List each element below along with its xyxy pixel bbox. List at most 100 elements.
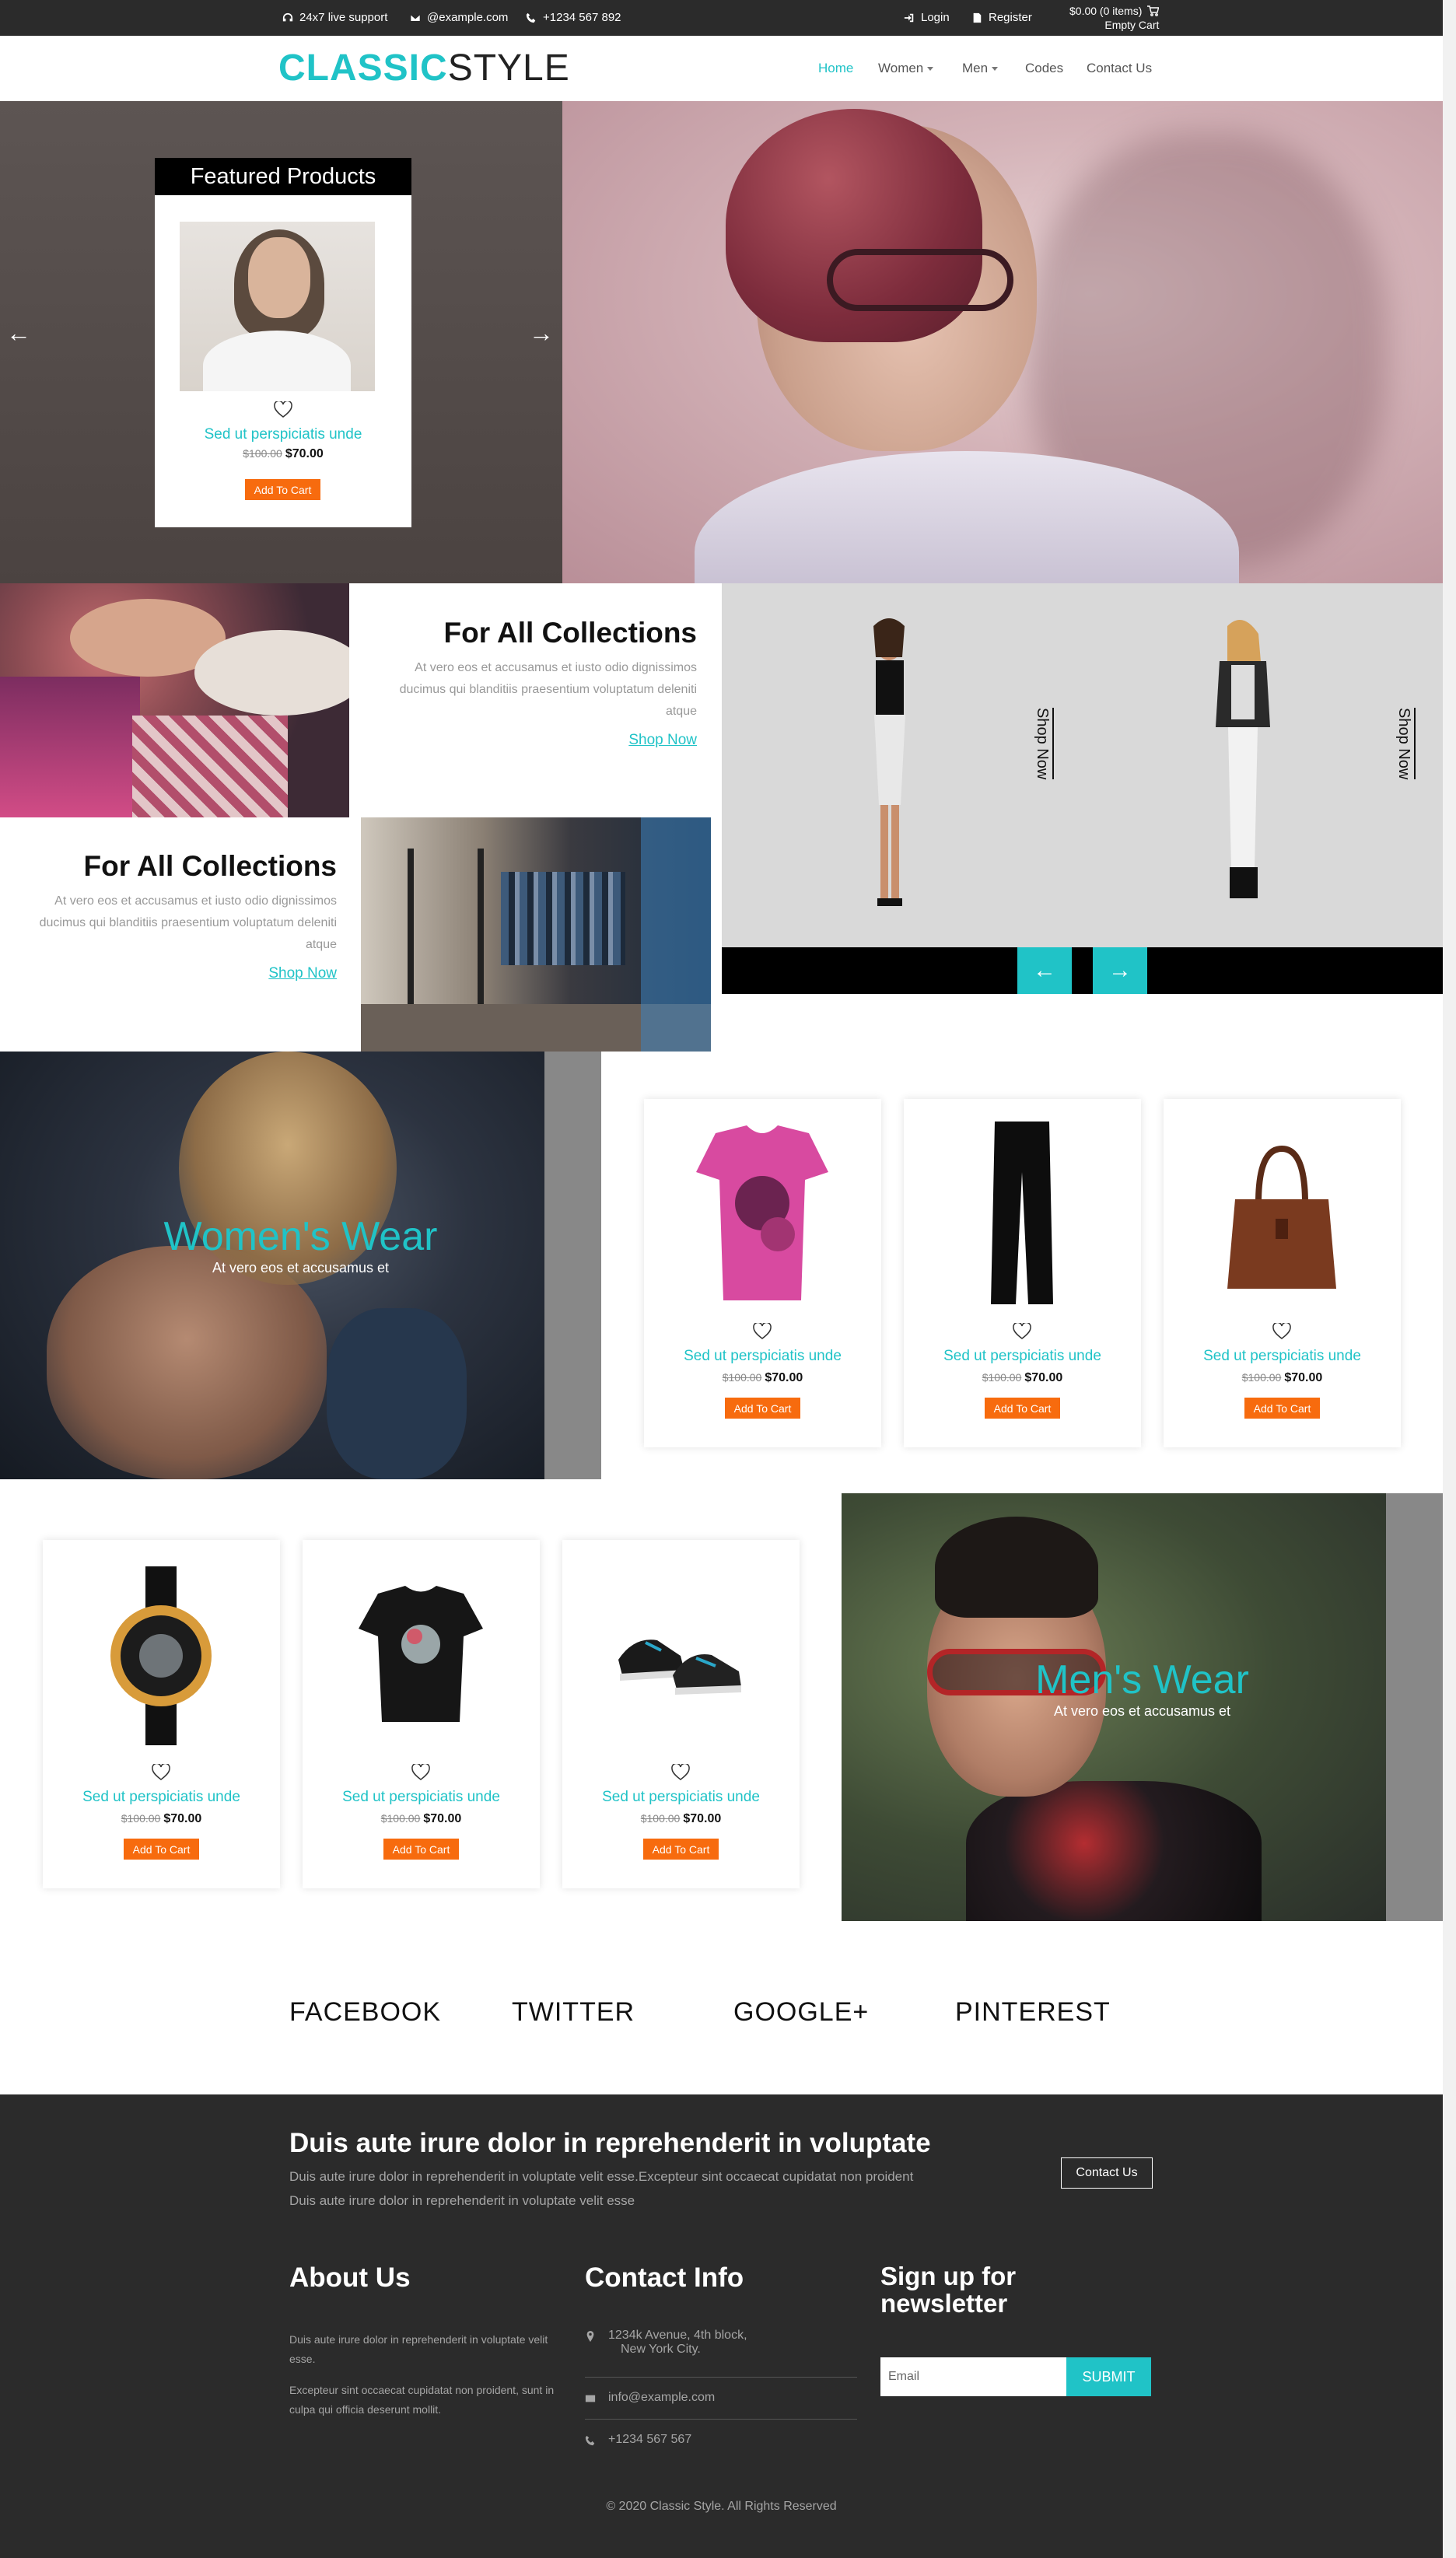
about-text-2: Excepteur sint occaecat cupidatat non pr… xyxy=(289,2384,555,2416)
model-shirt xyxy=(203,331,351,391)
social-google-plus[interactable]: GOOGLE+ xyxy=(733,1997,869,2028)
new-price: $70.00 xyxy=(163,1812,202,1825)
models-slider: Shop Now Shop Now xyxy=(722,583,1443,947)
collection-text: At vero eos et accusamus et iusto odio d… xyxy=(399,661,697,718)
hats-scarves xyxy=(0,677,140,817)
new-price: $70.00 xyxy=(423,1812,462,1825)
email-item[interactable]: @example.com xyxy=(410,11,508,24)
add-to-cart-button[interactable]: Add To Cart xyxy=(245,479,320,500)
chevron-down-icon xyxy=(992,67,999,72)
model-woman-jacket[interactable] xyxy=(1200,611,1278,922)
product-name[interactable]: Sed ut perspiciatis unde xyxy=(1164,1348,1401,1365)
site-logo[interactable]: CLASSICSTYLE xyxy=(278,50,570,87)
newsletter-email-input[interactable] xyxy=(880,2357,1066,2396)
banner-hair xyxy=(935,1517,1098,1618)
carousel-next-arrow[interactable]: → xyxy=(529,319,554,348)
slider-prev-button[interactable]: ← xyxy=(1017,947,1072,994)
nav-men[interactable]: Men xyxy=(962,61,999,76)
product-name[interactable]: Sed ut perspiciatis unde xyxy=(303,1789,540,1806)
slider-next-button[interactable]: → xyxy=(1093,947,1147,994)
add-to-cart-button[interactable]: Add To Cart xyxy=(1244,1398,1320,1419)
scrollbar-track[interactable] xyxy=(1443,0,1456,2558)
product-price: $100.00 $70.00 xyxy=(43,1812,280,1826)
nav-men-label[interactable]: Men xyxy=(962,61,988,75)
nav-women-label[interactable]: Women xyxy=(878,61,923,75)
cart-widget[interactable]: $0.00 (0 items) Empty Cart xyxy=(1069,4,1160,32)
heart-icon[interactable] xyxy=(411,1764,430,1781)
add-to-cart-button[interactable]: Add To Cart xyxy=(985,1398,1060,1419)
shop-now-vertical[interactable]: Shop Now xyxy=(1395,708,1416,780)
add-to-cart-button[interactable]: Add To Cart xyxy=(725,1398,800,1419)
new-price: $70.00 xyxy=(765,1371,803,1384)
envelope-icon xyxy=(410,13,421,22)
heart-icon[interactable] xyxy=(671,1764,690,1781)
old-price: $100.00 xyxy=(722,1371,762,1384)
phone-item: +1234 567 892 xyxy=(526,11,621,24)
social-twitter[interactable]: TWITTER xyxy=(512,1997,635,2028)
store-image xyxy=(361,817,711,1052)
copyright-text: © 2020 Classic Style. All Rights Reserve… xyxy=(606,2500,837,2513)
product-name[interactable]: Sed ut perspiciatis unde xyxy=(904,1348,1141,1365)
newsletter-submit-button[interactable]: SUBMIT xyxy=(1066,2357,1151,2396)
add-to-cart-button[interactable]: Add To Cart xyxy=(643,1839,719,1860)
featured-product-name[interactable]: Sed ut perspiciatis unde xyxy=(155,426,411,443)
social-facebook[interactable]: FACEBOOK xyxy=(289,1997,441,2028)
carousel-prev-arrow[interactable]: ← xyxy=(6,319,31,348)
shop-now-link[interactable]: Shop Now xyxy=(268,965,337,982)
email-text[interactable]: @example.com xyxy=(427,11,508,24)
logo-part-classic[interactable]: CLASSIC xyxy=(278,47,448,89)
watch-image[interactable] xyxy=(83,1559,239,1751)
logo-part-style[interactable]: STYLE xyxy=(448,47,570,89)
newsletter-title-line-1: Sign up for xyxy=(880,2262,1017,2290)
social-pinterest[interactable]: PINTEREST xyxy=(955,1997,1111,2028)
product-name[interactable]: Sed ut perspiciatis unde xyxy=(644,1348,881,1365)
product-name[interactable]: Sed ut perspiciatis unde xyxy=(43,1789,280,1806)
heart-icon[interactable] xyxy=(152,1764,170,1781)
register-link[interactable]: Register xyxy=(971,11,1032,24)
product-card[interactable]: Sed ut perspiciatis unde $100.00 $70.00 A… xyxy=(303,1540,540,1888)
product-card[interactable]: Sed ut perspiciatis unde $100.00 $70.00 A… xyxy=(644,1099,881,1447)
support-text: 24x7 live support xyxy=(299,11,388,24)
black-pants-image[interactable] xyxy=(944,1118,1100,1310)
featured-title: Featured Products xyxy=(155,158,411,195)
product-card[interactable]: Sed ut perspiciatis unde $100.00 $70.00 A… xyxy=(1164,1099,1401,1447)
register-text[interactable]: Register xyxy=(989,11,1032,24)
brown-handbag-image[interactable] xyxy=(1204,1118,1360,1310)
product-card[interactable]: Sed ut perspiciatis unde $100.00 $70.00 A… xyxy=(43,1540,280,1888)
add-to-cart-button[interactable]: Add To Cart xyxy=(124,1839,199,1860)
shop-now-vertical[interactable]: Shop Now xyxy=(1033,708,1054,780)
store-rack xyxy=(478,849,484,1020)
collection-block-1: For All Collections At vero eos et accus… xyxy=(370,617,697,749)
heart-icon[interactable] xyxy=(753,1323,772,1340)
product-name[interactable]: Sed ut perspiciatis unde xyxy=(562,1789,800,1806)
nav-contact[interactable]: Contact Us xyxy=(1087,61,1152,76)
nav-codes[interactable]: Codes xyxy=(1025,61,1063,76)
contact-email-text[interactable]: info@example.com xyxy=(608,2391,715,2405)
heart-icon[interactable] xyxy=(1013,1323,1031,1340)
mens-wear-title[interactable]: Men's Wear xyxy=(842,1657,1443,1703)
black-tshirt-image[interactable] xyxy=(343,1559,499,1751)
map-pin-icon xyxy=(586,2331,594,2342)
contact-email[interactable]: info@example.com xyxy=(585,2391,857,2405)
address-line-2: New York City. xyxy=(621,2343,701,2356)
new-price: $70.00 xyxy=(683,1812,722,1825)
model-woman-skirt[interactable] xyxy=(846,611,924,922)
login-text[interactable]: Login xyxy=(921,11,950,24)
shop-now-link[interactable]: Shop Now xyxy=(628,732,697,749)
nav-women[interactable]: Women xyxy=(878,61,934,76)
add-to-cart-button[interactable]: Add To Cart xyxy=(383,1839,459,1860)
sneakers-image[interactable] xyxy=(603,1559,758,1751)
pink-tshirt-image[interactable] xyxy=(684,1118,840,1310)
product-card[interactable]: Sed ut perspiciatis unde $100.00 $70.00 A… xyxy=(562,1540,800,1888)
footer-contact-button[interactable]: Contact Us xyxy=(1061,2157,1153,2189)
product-card[interactable]: Sed ut perspiciatis unde $100.00 $70.00 A… xyxy=(904,1099,1141,1447)
featured-product-image[interactable] xyxy=(180,222,375,391)
heart-icon[interactable] xyxy=(1272,1323,1291,1340)
cart-total[interactable]: $0.00 (0 items) xyxy=(1069,4,1142,18)
nav-home[interactable]: Home xyxy=(818,61,853,76)
login-icon xyxy=(904,13,914,22)
login-link[interactable]: Login xyxy=(904,11,950,24)
heart-icon[interactable] xyxy=(274,401,292,418)
womens-wear-title[interactable]: Women's Wear xyxy=(0,1213,601,1260)
phone-icon xyxy=(526,12,536,23)
